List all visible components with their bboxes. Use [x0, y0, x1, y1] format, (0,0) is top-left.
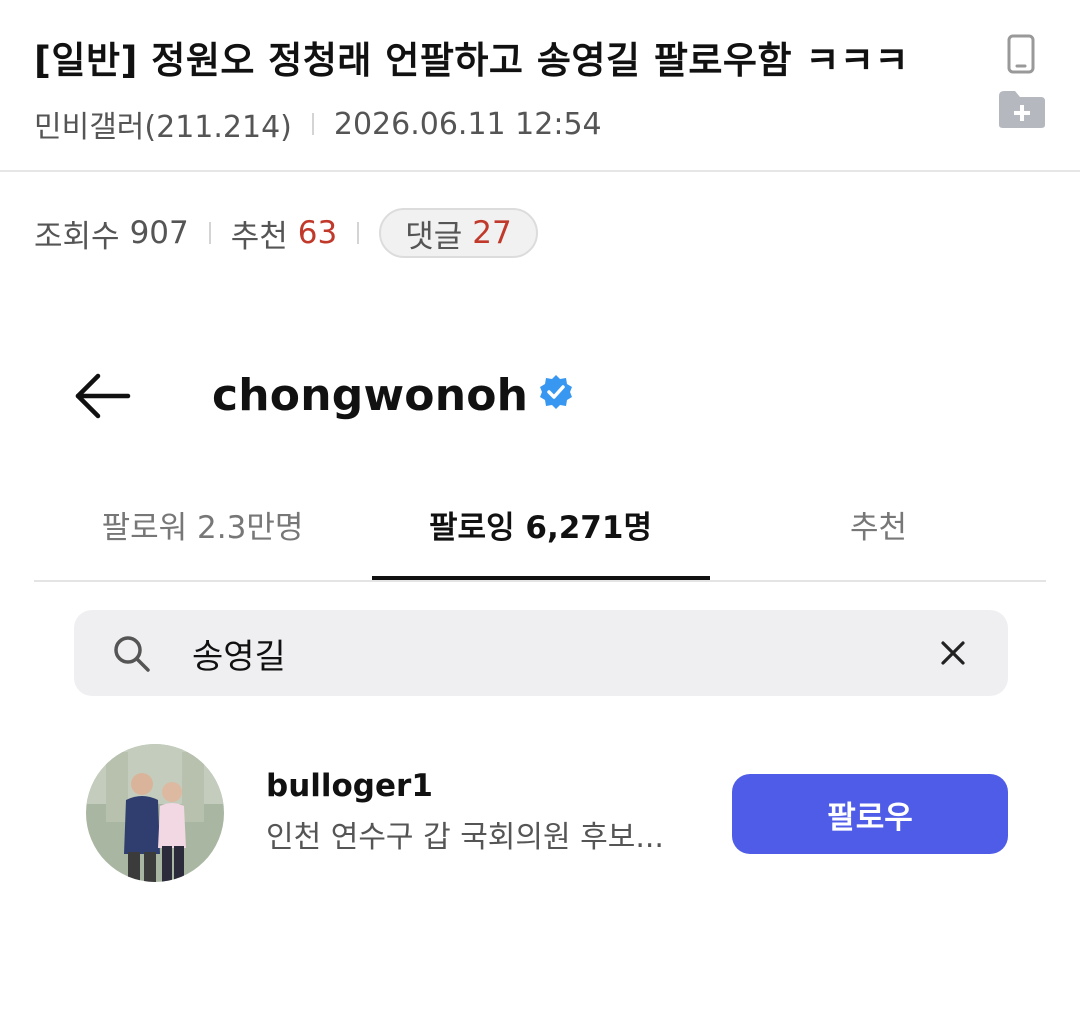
stats-divider: [208, 222, 211, 244]
tab-following[interactable]: 팔로잉 6,271명: [372, 502, 709, 547]
avatar[interactable]: [86, 744, 224, 882]
profile-username: chongwonoh: [212, 370, 529, 421]
follow-button[interactable]: 팔로우: [732, 774, 1008, 854]
views-count: 907: [129, 215, 189, 251]
result-bio: 인천 연수구 갑 국회의원 후보...: [266, 820, 664, 855]
result-username[interactable]: bulloger1: [266, 768, 433, 804]
close-icon[interactable]: [938, 638, 968, 668]
search-box: [74, 610, 1008, 696]
follow-tabs: 팔로워 2.3만명 팔로잉 6,271명 추천: [34, 490, 1046, 582]
tab-recommended[interactable]: 추천: [710, 502, 1047, 547]
search-icon: [112, 634, 152, 674]
post-header: [일반] 정원오 정청래 언팔하고 송영길 팔로우함 ㅋㅋㅋ 민비갤러(211.…: [0, 0, 1080, 172]
comments-label: 댓글: [405, 218, 463, 255]
meta-divider: [311, 113, 314, 135]
stats-divider: [357, 222, 360, 244]
verified-badge-icon: [538, 374, 574, 410]
author-name[interactable]: 민비갤러(211.214): [34, 102, 292, 146]
views-label: 조회수: [34, 218, 120, 255]
post-meta: 민비갤러(211.214) 2026.06.11 12:54: [34, 102, 602, 146]
embedded-screenshot: chongwonoh 팔로워 2.3만명 팔로잉 6,271명 추천 송영길 b…: [34, 350, 1046, 970]
back-arrow-icon[interactable]: [72, 372, 132, 420]
post-datetime: 2026.06.11 12:54: [333, 106, 602, 142]
comments-count: 27: [472, 215, 512, 251]
search-input[interactable]: [192, 624, 912, 682]
post-title: [일반] 정원오 정청래 언팔하고 송영길 팔로우함 ㅋㅋㅋ: [34, 39, 909, 82]
folder-add-icon[interactable]: [997, 88, 1047, 130]
mobile-phone-icon: [1007, 34, 1035, 74]
post-stats: 조회수 907 추천 63 댓글 27: [34, 206, 538, 260]
active-tab-indicator: [372, 576, 710, 580]
list-item[interactable]: bulloger1 인천 연수구 갑 국회의원 후보... 팔로우: [34, 740, 1046, 890]
comments-button[interactable]: 댓글 27: [379, 208, 538, 258]
recommend-count: 63: [297, 215, 338, 251]
tab-followers[interactable]: 팔로워 2.3만명: [34, 502, 371, 547]
recommend-label: 추천: [230, 218, 288, 255]
